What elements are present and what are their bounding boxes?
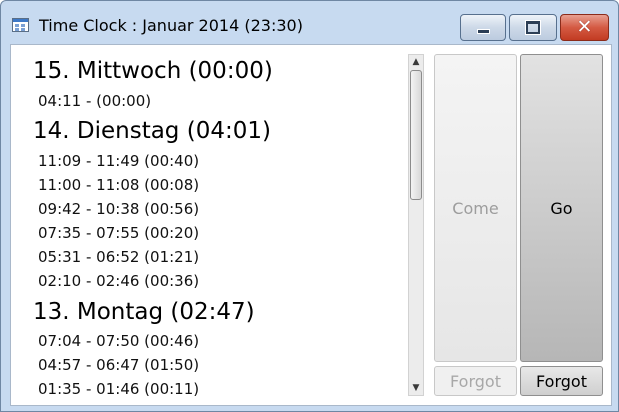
time-entry: 05:31 - 06:52 (01:21) (38, 248, 200, 266)
minimize-icon (476, 29, 490, 34)
title-bar[interactable]: Time Clock : Januar 2014 (23:30) ✕ (1, 1, 618, 45)
day-heading: 15. Mittwoch (00:00) (33, 58, 273, 84)
time-log-list[interactable]: 15. Mittwoch (00:00) 04:11 - (00:00) 14.… (11, 45, 405, 405)
come-button[interactable]: Come (434, 54, 517, 362)
scroll-thumb[interactable] (410, 70, 422, 200)
day-heading: 13. Montag (02:47) (33, 299, 255, 325)
go-button[interactable]: Go (520, 54, 603, 362)
day-heading: 14. Dienstag (04:01) (33, 118, 271, 144)
time-entry: 07:04 - 07:50 (00:46) (38, 332, 200, 350)
app-icon (12, 18, 29, 32)
time-entry: 07:35 - 07:55 (00:20) (38, 224, 200, 242)
vertical-scrollbar[interactable]: ▲ ▼ (408, 54, 424, 396)
forgot-come-button[interactable]: Forgot (434, 366, 517, 396)
client-area: 15. Mittwoch (00:00) 04:11 - (00:00) 14.… (10, 44, 612, 406)
app-window: Time Clock : Januar 2014 (23:30) ✕ 15. M… (0, 0, 619, 412)
time-entry: 04:11 - (00:00) (38, 92, 152, 110)
maximize-icon (526, 21, 540, 34)
maximize-button[interactable] (509, 14, 557, 41)
window-title: Time Clock : Januar 2014 (23:30) (39, 16, 303, 35)
minimize-button[interactable] (460, 14, 506, 41)
time-entry: 09:42 - 10:38 (00:56) (38, 200, 200, 218)
time-entry: 04:57 - 06:47 (01:50) (38, 356, 200, 374)
scroll-down-icon[interactable]: ▼ (409, 381, 423, 395)
time-entry: 11:00 - 11:08 (00:08) (38, 176, 200, 194)
close-button[interactable]: ✕ (560, 14, 609, 41)
scroll-up-icon[interactable]: ▲ (409, 55, 423, 69)
forgot-go-button[interactable]: Forgot (520, 366, 603, 396)
time-entry: 11:09 - 11:49 (00:40) (38, 152, 200, 170)
close-icon: ✕ (576, 16, 593, 38)
time-entry: 02:10 - 02:46 (00:36) (38, 272, 200, 290)
time-entry: 01:35 - 01:46 (00:11) (38, 380, 200, 398)
